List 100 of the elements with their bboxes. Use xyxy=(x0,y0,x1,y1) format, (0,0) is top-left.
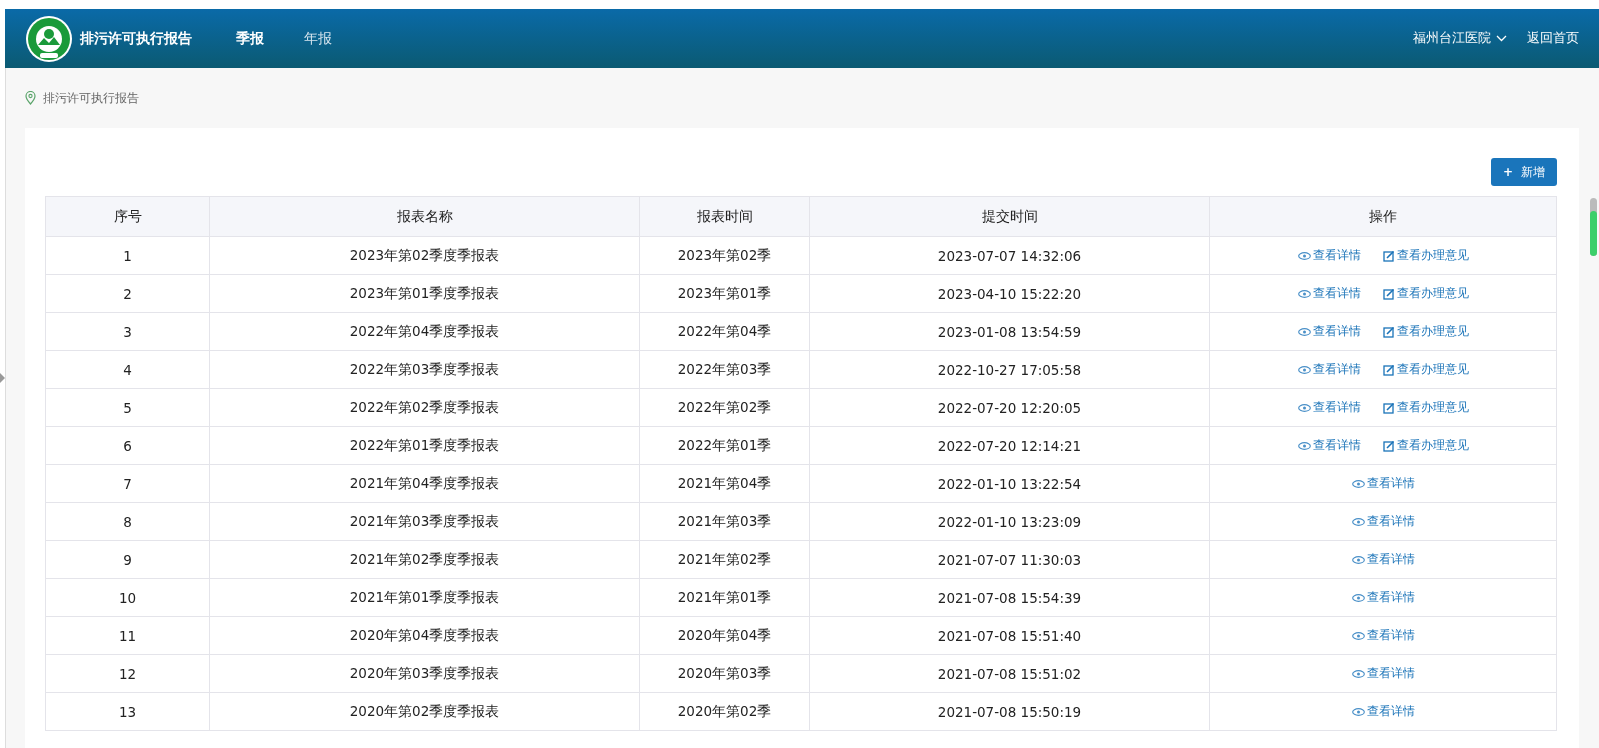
edit-icon xyxy=(1382,363,1395,376)
table-cell: 2021-07-08 15:51:40 xyxy=(809,616,1210,655)
table-cell: 2020年第02季度季报表 xyxy=(209,692,640,731)
table-cell: 2023-01-08 13:54:59 xyxy=(809,312,1210,351)
table-cell: 2021年第02季度季报表 xyxy=(209,540,640,579)
view-details-link[interactable]: 查看详情 xyxy=(1297,399,1361,416)
table-cell: 2022-07-20 12:14:21 xyxy=(809,426,1210,465)
table-cell: 2021年第02季 xyxy=(639,540,810,579)
nav-tab[interactable]: 季报 xyxy=(236,29,264,48)
table-cell: 2021年第03季度季报表 xyxy=(209,502,640,541)
table-cell: 9 xyxy=(45,540,210,579)
column-header: 操作 xyxy=(1209,196,1557,237)
eye-icon xyxy=(1351,593,1365,602)
edit-icon xyxy=(1382,249,1395,262)
eye-icon xyxy=(1351,631,1365,640)
table-cell: 2021年第03季 xyxy=(639,502,810,541)
eye-icon xyxy=(1297,251,1311,260)
table-cell: 11 xyxy=(45,616,210,655)
edit-icon xyxy=(1382,325,1395,338)
table-cell: 8 xyxy=(45,502,210,541)
table-cell: 2020年第03季 xyxy=(639,654,810,693)
table-cell: 2023年第02季度季报表 xyxy=(209,236,640,275)
table-cell: 7 xyxy=(45,464,210,503)
table-cell: 2022年第03季 xyxy=(639,350,810,389)
nav-tab[interactable]: 年报 xyxy=(304,29,332,48)
view-details-link[interactable]: 查看详情 xyxy=(1297,361,1361,378)
view-details-link[interactable]: 查看详情 xyxy=(1351,665,1415,682)
view-details-link[interactable]: 查看详情 xyxy=(1351,513,1415,530)
table-cell: 2020年第04季度季报表 xyxy=(209,616,640,655)
eye-icon xyxy=(1351,517,1365,526)
organization-dropdown[interactable]: 福州台江医院 xyxy=(1413,30,1507,47)
table-cell: 2021年第04季 xyxy=(639,464,810,503)
column-header: 报表名称 xyxy=(209,196,640,237)
table-cell: 10 xyxy=(45,578,210,617)
table-cell: 1 xyxy=(45,236,210,275)
eye-icon xyxy=(1297,327,1311,336)
eye-icon xyxy=(1297,403,1311,412)
table-cell: 2021-07-07 11:30:03 xyxy=(809,540,1210,579)
view-opinion-link[interactable]: 查看办理意见 xyxy=(1382,437,1469,454)
table-cell: 2023-07-07 14:32:06 xyxy=(809,236,1210,275)
table-cell: 2022年第01季 xyxy=(639,426,810,465)
table-cell: 2 xyxy=(45,274,210,313)
table-cell: 2022年第03季度季报表 xyxy=(209,350,640,389)
edit-icon xyxy=(1382,401,1395,414)
table-cell: 2020年第03季度季报表 xyxy=(209,654,640,693)
table-cell: 2020年第04季 xyxy=(639,616,810,655)
eye-icon xyxy=(1351,669,1365,678)
table-cell: 2023年第02季 xyxy=(639,236,810,275)
add-button[interactable]: + 新增 xyxy=(1490,158,1557,186)
view-opinion-link[interactable]: 查看办理意见 xyxy=(1382,323,1469,340)
collapse-handle-icon[interactable] xyxy=(0,373,5,383)
table-cell: 2021年第01季度季报表 xyxy=(209,578,640,617)
edit-icon xyxy=(1382,287,1395,300)
breadcrumb-item: 排污许可执行报告 xyxy=(43,89,139,107)
view-details-link[interactable]: 查看详情 xyxy=(1351,551,1415,568)
table-cell: 2022年第04季 xyxy=(639,312,810,351)
table-cell: 2022年第02季 xyxy=(639,388,810,427)
view-details-link[interactable]: 查看详情 xyxy=(1351,627,1415,644)
eye-icon xyxy=(1297,441,1311,450)
eye-icon xyxy=(1297,289,1311,298)
view-details-link[interactable]: 查看详情 xyxy=(1351,589,1415,606)
table-cell: 2022-10-27 17:05:58 xyxy=(809,350,1210,389)
view-opinion-link[interactable]: 查看办理意见 xyxy=(1382,285,1469,302)
eye-icon xyxy=(1297,365,1311,374)
edit-icon xyxy=(1382,439,1395,452)
table-cell: 6 xyxy=(45,426,210,465)
view-opinion-link[interactable]: 查看办理意见 xyxy=(1382,399,1469,416)
table-cell: 2021年第01季 xyxy=(639,578,810,617)
view-opinion-link[interactable]: 查看办理意见 xyxy=(1382,247,1469,264)
table-cell: 12 xyxy=(45,654,210,693)
view-details-link[interactable]: 查看详情 xyxy=(1297,247,1361,264)
column-header: 序号 xyxy=(45,196,210,237)
table-cell: 2022年第02季度季报表 xyxy=(209,388,640,427)
table-cell: 2020年第02季 xyxy=(639,692,810,731)
table-cell: 2022年第04季度季报表 xyxy=(209,312,640,351)
table-cell: 2022-01-10 13:22:54 xyxy=(809,464,1210,503)
emblem-logo-icon xyxy=(25,14,73,63)
table-cell: 13 xyxy=(45,692,210,731)
view-details-link[interactable]: 查看详情 xyxy=(1297,437,1361,454)
table-cell: 2021-07-08 15:54:39 xyxy=(809,578,1210,617)
view-details-link[interactable]: 查看详情 xyxy=(1297,323,1361,340)
view-details-link[interactable]: 查看详情 xyxy=(1297,285,1361,302)
table-cell: 2023-04-10 15:22:20 xyxy=(809,274,1210,313)
table-cell: 3 xyxy=(45,312,210,351)
scrollbar[interactable] xyxy=(1590,198,1597,256)
view-opinion-link[interactable]: 查看办理意见 xyxy=(1382,361,1469,378)
view-details-link[interactable]: 查看详情 xyxy=(1351,703,1415,720)
eye-icon xyxy=(1351,555,1365,564)
view-details-link[interactable]: 查看详情 xyxy=(1351,475,1415,492)
table-cell: 2022-07-20 12:20:05 xyxy=(809,388,1210,427)
eye-icon xyxy=(1351,707,1365,716)
location-pin-icon xyxy=(25,91,36,105)
table-cell: 2023年第01季度季报表 xyxy=(209,274,640,313)
table-cell: 4 xyxy=(45,350,210,389)
table-cell: 2021-07-08 15:50:19 xyxy=(809,692,1210,731)
column-header: 提交时间 xyxy=(809,196,1210,237)
app-title: 排污许可执行报告 xyxy=(80,29,192,48)
table-cell: 2021-07-08 15:51:02 xyxy=(809,654,1210,693)
column-header: 报表时间 xyxy=(639,196,810,237)
home-link[interactable]: 返回首页 xyxy=(1527,30,1579,47)
